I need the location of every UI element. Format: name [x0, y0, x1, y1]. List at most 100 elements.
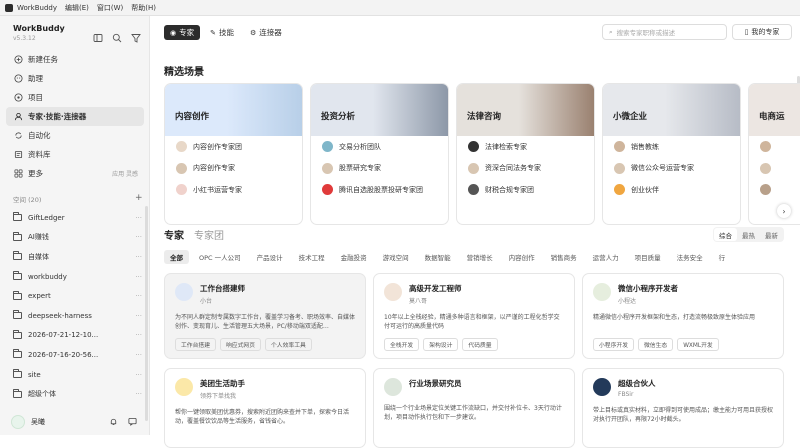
category-chip[interactable]: 营销增长: [461, 250, 499, 264]
tag[interactable]: 工作台搭建: [175, 338, 216, 351]
scene-card[interactable]: 小微企业 销售教练 微信公众号运营专家 创业伙伴: [602, 83, 741, 225]
more-icon[interactable]: ···: [135, 312, 142, 320]
space-item[interactable]: workbuddy ···: [6, 267, 146, 287]
menu-help[interactable]: 帮助(H): [131, 3, 156, 13]
expert-card[interactable]: 美团生活助手 领券下单找我 帮你一键领取美团优惠券，搜索附近团购来查并下单，探索今…: [164, 368, 366, 448]
space-item[interactable]: 超级个体 ···: [6, 384, 146, 404]
scene-item[interactable]: 腾讯自选股股票投研专家团: [311, 179, 448, 201]
category-chip[interactable]: 产品设计: [251, 250, 289, 264]
space-item[interactable]: expert ···: [6, 286, 146, 306]
tab-experts-list[interactable]: 专家: [164, 227, 184, 242]
space-item[interactable]: 2026-07-16-20-56... ···: [6, 345, 146, 365]
menu-edit[interactable]: 编辑(E): [65, 3, 89, 13]
scene-card[interactable]: 内容创作 内容创作专家团 内容创作专家 小红书运营专家: [164, 83, 303, 225]
menu-window[interactable]: 窗口(W): [97, 3, 123, 13]
category-chip[interactable]: OPC 一人公司: [193, 250, 247, 264]
sort-new[interactable]: 最新: [760, 228, 783, 241]
nav-automation[interactable]: 自动化: [6, 126, 144, 145]
search-icon[interactable]: [112, 28, 122, 43]
more-icon[interactable]: ···: [135, 371, 142, 379]
more-icon[interactable]: ···: [135, 214, 142, 222]
expert-card[interactable]: 超级合伙人 FBSir 带上目标或真实材料，立即得到可使用成品；缴主能力可用且获授…: [582, 368, 784, 448]
category-chip[interactable]: 内容创作: [503, 250, 541, 264]
more-icon[interactable]: ···: [135, 390, 142, 398]
tag[interactable]: 响应式网页: [220, 338, 261, 351]
space-item[interactable]: site ···: [6, 365, 146, 385]
nav-new-task[interactable]: 新建任务: [6, 50, 144, 69]
more-icon[interactable]: ···: [135, 292, 142, 300]
bell-icon[interactable]: [109, 417, 118, 428]
scene-card[interactable]: 法律咨询 法律检索专家 资深合同法务专家 财税合规专家团: [456, 83, 595, 225]
menu-app[interactable]: WorkBuddy: [17, 4, 57, 12]
scene-item[interactable]: 交易分析团队: [311, 136, 448, 158]
more-icon[interactable]: ···: [135, 351, 142, 359]
tag[interactable]: 代码质量: [462, 338, 498, 351]
scene-item[interactable]: [749, 136, 800, 158]
expert-card[interactable]: 行业场景研究员 围绕一个行业场景定位关键工作流缺口，并交付补位卡、3天行动计划，…: [373, 368, 575, 448]
scene-item[interactable]: 法律检索专家: [457, 136, 594, 158]
scene-item[interactable]: 创业伙伴: [603, 179, 740, 201]
category-chip[interactable]: 全部: [164, 250, 189, 264]
space-item[interactable]: deepseek-harness ···: [6, 306, 146, 326]
category-chip[interactable]: 游戏空间: [377, 250, 415, 264]
sort-default[interactable]: 综合: [714, 228, 737, 241]
nav-assistant[interactable]: 助理: [6, 69, 144, 88]
nav-more[interactable]: 更多 应用 灵感: [6, 164, 144, 183]
category-chip[interactable]: 项目质量: [629, 250, 667, 264]
scene-item[interactable]: 股票研究专家: [311, 158, 448, 180]
nav-project[interactable]: 项目: [6, 88, 144, 107]
more-icon[interactable]: ···: [135, 253, 142, 261]
expert-card[interactable]: 微信小程序开发者 小程达 精通微信小程序开发框架和生态，打造流畅极致原生体验应用 …: [582, 273, 784, 359]
space-item[interactable]: AI赚钱 ···: [6, 228, 146, 248]
tab-connectors[interactable]: ⚙ 连接器: [244, 25, 288, 40]
panel-toggle-icon[interactable]: [93, 28, 103, 42]
sort-hot[interactable]: 最热: [737, 228, 760, 241]
category-chip[interactable]: 运营人力: [587, 250, 625, 264]
filter-icon[interactable]: [131, 28, 141, 43]
nav-more-extra[interactable]: 应用 灵感: [112, 169, 138, 178]
chat-icon[interactable]: [128, 417, 137, 428]
category-chip[interactable]: 数据智能: [419, 250, 457, 264]
tag[interactable]: 架构设计: [423, 338, 459, 351]
avatar[interactable]: [11, 415, 25, 429]
user-profile[interactable]: 吴曦: [0, 409, 150, 435]
tag[interactable]: 小程序开发: [593, 338, 634, 351]
tag[interactable]: 个人效率工具: [265, 338, 312, 351]
category-chip[interactable]: 销售商务: [545, 250, 583, 264]
nav-experts[interactable]: 专家·技能·连接器: [6, 107, 144, 126]
carousel-next-button[interactable]: ›: [777, 204, 791, 218]
scene-item[interactable]: 小红书运营专家: [165, 179, 302, 201]
category-chip[interactable]: 法务安全: [671, 250, 709, 264]
scene-card[interactable]: 电商运: [748, 83, 800, 225]
tab-skills[interactable]: ✎ 技能: [204, 25, 240, 40]
more-icon[interactable]: ···: [135, 233, 142, 241]
tag[interactable]: WXML开发: [677, 338, 719, 351]
tab-expert-teams[interactable]: 专家团: [194, 227, 224, 242]
scene-item[interactable]: 财税合规专家团: [457, 179, 594, 201]
scene-card[interactable]: 投资分析 交易分析团队 股票研究专家 腾讯自选股股票投研专家团: [310, 83, 449, 225]
more-icon[interactable]: ···: [135, 331, 142, 339]
scene-item[interactable]: [749, 179, 800, 201]
scene-item[interactable]: 内容创作专家: [165, 158, 302, 180]
expert-card[interactable]: 工作台搭建师 小台 为不同人群定制专属数字工作台，覆盖学习备考、职场效率、自媒体创…: [164, 273, 366, 359]
category-chip[interactable]: 技术工程: [293, 250, 331, 264]
my-experts-button[interactable]: ▯ 我的专家: [732, 24, 792, 40]
tag[interactable]: 全栈开发: [384, 338, 420, 351]
category-chip[interactable]: 行: [713, 250, 732, 264]
add-space-icon[interactable]: +: [135, 193, 143, 203]
scene-item[interactable]: 微信公众号运营专家: [603, 158, 740, 180]
category-chip[interactable]: 金融投资: [335, 250, 373, 264]
scene-item[interactable]: 资深合同法务专家: [457, 158, 594, 180]
expert-card[interactable]: 高级开发工程师 莫八哥 10年以上全栈经验，精通多种语言和框架，以严谨的工程化哲学…: [373, 273, 575, 359]
space-item[interactable]: 自媒体 ···: [6, 247, 146, 267]
nav-library[interactable]: 资料库: [6, 145, 144, 164]
scene-item[interactable]: [749, 158, 800, 180]
tag[interactable]: 微信生态: [638, 338, 674, 351]
scene-item[interactable]: 内容创作专家团: [165, 136, 302, 158]
search-input[interactable]: ⌕ 搜索专家职称或描述: [602, 24, 727, 40]
scene-item[interactable]: 销售教练: [603, 136, 740, 158]
sidebar-scrollbar[interactable]: [145, 206, 148, 421]
space-item[interactable]: GiftLedger ···: [6, 208, 146, 228]
more-icon[interactable]: ···: [135, 273, 142, 281]
tab-experts[interactable]: ◉ 专家: [164, 25, 201, 40]
